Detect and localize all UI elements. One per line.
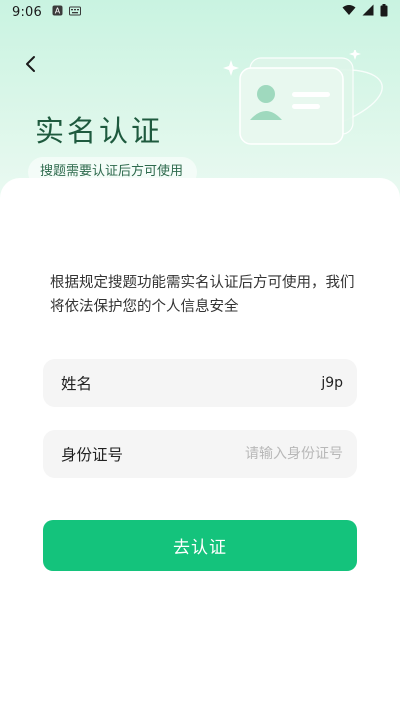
battery-icon [380,3,388,21]
name-field[interactable]: 姓名 [43,359,357,407]
description-text: 根据规定搜题功能需实名认证后方可使用，我们将依法保护您的个人信息安全 [50,275,355,315]
name-label: 姓名 [61,375,93,393]
keyboard-icon [69,5,81,20]
id-number-input[interactable] [173,446,343,462]
a-notification-icon: A [52,5,63,20]
id-number-label: 身份证号 [61,446,124,464]
wifi-icon [342,4,356,20]
id-card-icon [220,48,390,165]
chevron-left-icon [24,55,36,77]
status-bar: 9:06 A [0,0,400,24]
page-title: 实名认证 [35,114,164,148]
submit-verification-button[interactable]: 去认证 [43,520,357,571]
status-time: 9:06 [12,4,42,20]
back-button[interactable] [18,52,42,80]
id-number-field[interactable]: 身份证号 [43,430,357,478]
name-input[interactable] [173,375,343,391]
signal-icon [362,4,374,20]
svg-text:A: A [55,6,61,15]
